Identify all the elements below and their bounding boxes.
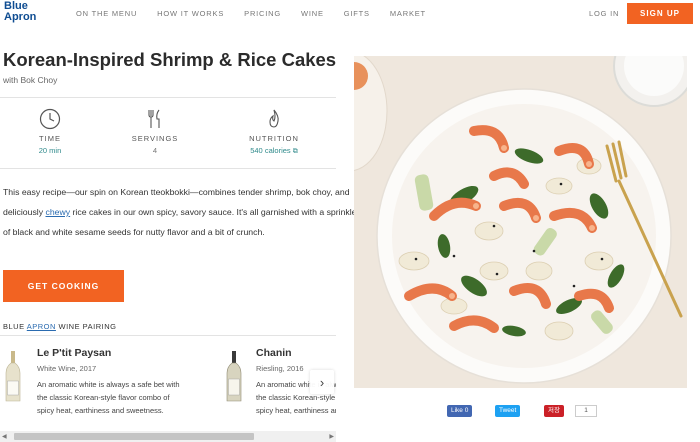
- scroll-left-icon[interactable]: ◀: [2, 433, 7, 440]
- time-value: 20 min: [38, 146, 62, 155]
- recipe-description: This easy recipe—our spin on Korean tteo…: [3, 182, 358, 242]
- recipe-stats: TIME 20 min SERVINGS 4 NUTRITION 540 cal…: [0, 97, 336, 169]
- apron-link[interactable]: APRON: [27, 322, 56, 331]
- main-nav: ON THE MENU HOW IT WORKS PRICING WINE GI…: [76, 9, 446, 18]
- logo-line-2: Apron: [4, 11, 37, 23]
- pairing-suffix: WINE PAIRING: [55, 322, 117, 331]
- chevron-right-icon: ›: [319, 374, 325, 390]
- site-header: Blue Apron ON THE MENU HOW IT WORKS PRIC…: [0, 0, 700, 30]
- wine-type: Riesling, 2016: [256, 364, 304, 373]
- nutrition-label: NUTRITION: [249, 134, 299, 143]
- pairing-prefix: BLUE: [3, 322, 27, 331]
- wine-card[interactable]: Chanin Riesling, 2016 An aromatic white …: [222, 347, 336, 442]
- stat-nutrition[interactable]: NUTRITION 540 calories ⧉: [224, 98, 324, 156]
- servings-label: SERVINGS: [131, 134, 179, 143]
- scrollbar-thumb[interactable]: [14, 433, 254, 440]
- signup-button[interactable]: SIGN UP: [627, 3, 693, 24]
- recipe-title: Korean-Inspired Shrimp & Rice Cakes: [3, 49, 337, 70]
- blue-apron-logo[interactable]: Blue Apron: [4, 1, 46, 29]
- nav-pricing[interactable]: PRICING: [244, 9, 281, 18]
- horizontal-scrollbar[interactable]: ◀ ▶: [0, 431, 336, 442]
- recipe-photo: [354, 56, 687, 388]
- fork-knife-icon: [148, 109, 160, 128]
- nav-wine[interactable]: WINE: [301, 9, 324, 18]
- wine-name[interactable]: Le P'tit Paysan: [37, 347, 111, 359]
- wine-bottle-icon: [226, 351, 242, 402]
- nav-market[interactable]: MARKET: [390, 9, 426, 18]
- wine-pairing-heading: BLUE APRON WINE PAIRING: [3, 322, 116, 331]
- clock-icon: [39, 108, 61, 130]
- divider: [0, 335, 336, 336]
- nav-how-it-works[interactable]: HOW IT WORKS: [157, 9, 224, 18]
- nutrition-value[interactable]: 540 calories ⧉: [224, 146, 324, 156]
- stat-servings: SERVINGS 4: [105, 98, 205, 155]
- chewy-link[interactable]: chewy: [46, 207, 71, 217]
- nav-gifts[interactable]: GIFTS: [344, 9, 370, 18]
- scroll-right-icon[interactable]: ▶: [329, 433, 334, 440]
- flame-icon: [269, 109, 279, 128]
- get-cooking-button[interactable]: GET COOKING: [3, 270, 124, 302]
- wine-name[interactable]: Chanin: [256, 347, 292, 359]
- wine-description: An aromatic white is always a safe bet w…: [37, 380, 180, 415]
- login-link[interactable]: LOG IN: [589, 9, 619, 18]
- recipe-subtitle: with Bok Choy: [3, 75, 58, 85]
- nav-on-the-menu[interactable]: ON THE MENU: [76, 9, 137, 18]
- nutrition-value-text: 540 calories: [250, 146, 291, 155]
- shrimp-rice-cakes-illustration: [354, 56, 687, 388]
- stat-time: TIME 20 min: [0, 98, 100, 155]
- external-link-icon: ⧉: [292, 148, 298, 155]
- wine-bottle-icon: [5, 351, 21, 402]
- facebook-like-button[interactable]: Like 0: [447, 405, 473, 417]
- wine-type: White Wine, 2017: [37, 364, 97, 373]
- pinterest-save-button[interactable]: 저장: [544, 405, 564, 417]
- time-label: TIME: [39, 134, 61, 143]
- tweet-button[interactable]: Tweet: [495, 405, 521, 417]
- servings-value: 4: [152, 146, 158, 155]
- next-wine-button[interactable]: ›: [310, 370, 334, 394]
- pin-count-badge: 1: [575, 405, 597, 417]
